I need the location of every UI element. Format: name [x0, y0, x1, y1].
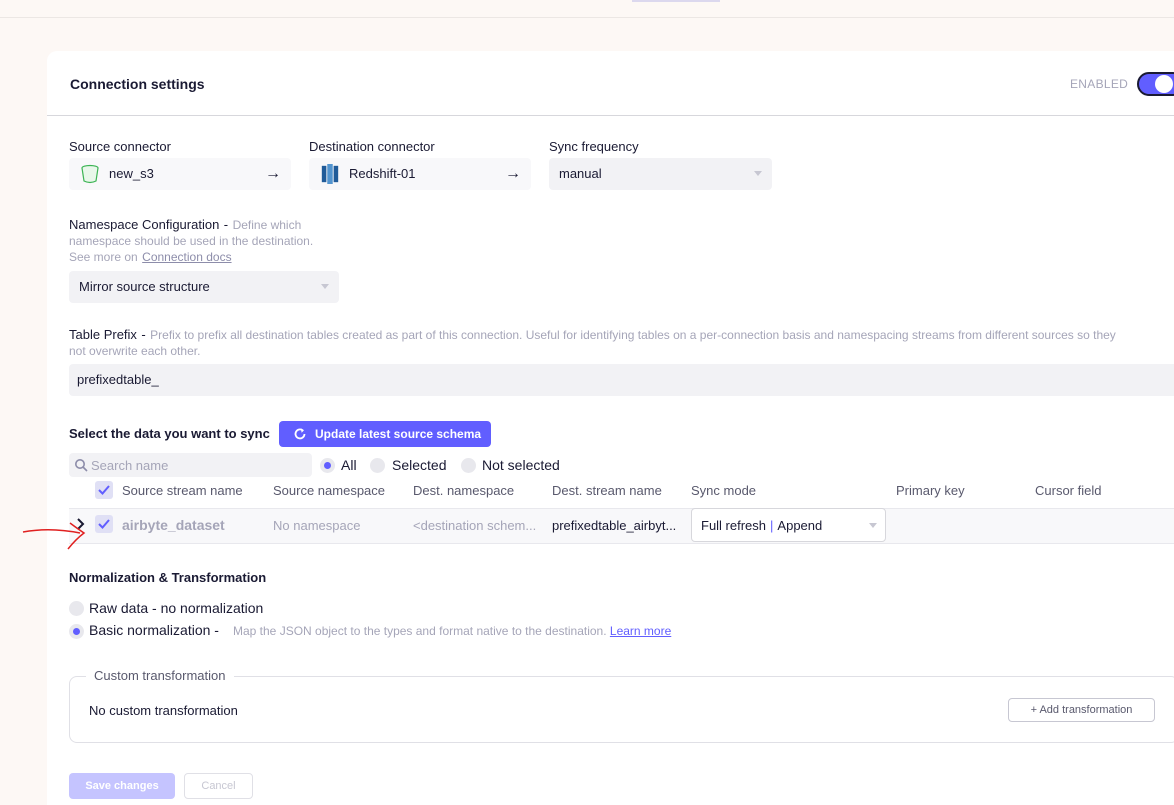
- redshift-icon: [321, 164, 339, 184]
- top-bar: [0, 0, 1174, 18]
- arrow-right-icon[interactable]: →: [265, 165, 281, 183]
- toggle-knob: [1155, 75, 1173, 93]
- sync-mode-value: Full refresh | Append: [701, 518, 822, 533]
- table-prefix-input[interactable]: prefixedtable_: [69, 364, 1174, 396]
- col-source-stream: Source stream name: [122, 483, 243, 498]
- col-dest-namespace: Dest. namespace: [413, 483, 515, 498]
- filter-all-label: All: [341, 457, 357, 473]
- card-header: Connection settings ENABLED: [47, 51, 1174, 116]
- filter-not-selected-radio[interactable]: [461, 458, 476, 473]
- namespace-value: Mirror source structure: [79, 279, 210, 294]
- chevron-down-icon: [754, 171, 762, 176]
- custom-transformation-legend: Custom transformation: [86, 668, 234, 683]
- sync-mode-b: Append: [777, 518, 823, 533]
- source-connector-field[interactable]: new_s3 →: [69, 158, 291, 190]
- table-prefix-heading: Table Prefix - Prefix to prefix all dest…: [69, 327, 1174, 359]
- namespace-select[interactable]: Mirror source structure: [69, 271, 339, 303]
- filter-selected-label: Selected: [392, 457, 447, 473]
- source-namespace-cell: No namespace: [273, 518, 361, 533]
- basic-normalization-hint-text: Map the JSON object to the types and for…: [233, 624, 607, 638]
- filter-selected-radio[interactable]: [370, 458, 385, 473]
- check-icon: [98, 519, 110, 529]
- sync-mode-separator: |: [770, 518, 774, 533]
- active-tab-indicator: [632, 0, 720, 2]
- cancel-button[interactable]: Cancel: [184, 773, 253, 799]
- namespace-label: Namespace Configuration: [69, 217, 220, 232]
- dest-namespace-cell: <destination schem...: [413, 518, 537, 533]
- sync-frequency-label: Sync frequency: [549, 139, 639, 154]
- col-cursor-field: Cursor field: [1035, 483, 1102, 498]
- arrow-right-icon[interactable]: →: [505, 165, 521, 183]
- update-schema-label: Update latest source schema: [315, 427, 482, 441]
- stream-name: airbyte_dataset: [122, 517, 225, 533]
- source-connector-label: Source connector: [69, 139, 171, 154]
- enabled-label: ENABLED: [1070, 77, 1129, 91]
- sync-mode-a: Full refresh: [701, 518, 767, 533]
- table-prefix-value: prefixedtable_: [77, 372, 159, 387]
- save-changes-button[interactable]: Save changes: [69, 773, 175, 799]
- namespace-hint-1: Define which: [232, 218, 302, 232]
- refresh-icon: [294, 428, 306, 440]
- search-input[interactable]: Search name: [69, 453, 312, 477]
- connection-docs-link[interactable]: Connection docs: [142, 250, 231, 264]
- sync-frequency-value: manual: [559, 166, 602, 181]
- schema-title: Select the data you want to sync: [69, 426, 270, 441]
- col-primary-key: Primary key: [896, 483, 965, 498]
- no-transformation-text: No custom transformation: [89, 703, 238, 718]
- table-prefix-label: Table Prefix: [69, 327, 137, 342]
- custom-transformation-section: Custom transformation No custom transfor…: [69, 668, 1174, 743]
- col-sync-mode: Sync mode: [691, 483, 757, 498]
- basic-normalization-hint: Map the JSON object to the types and for…: [233, 624, 671, 638]
- chevron-down-icon: [321, 284, 329, 289]
- sync-mode-select[interactable]: Full refresh | Append: [691, 508, 886, 542]
- source-connector-name: new_s3: [109, 166, 154, 181]
- destination-connector-label: Destination connector: [309, 139, 435, 154]
- chevron-down-icon: [869, 523, 877, 528]
- update-schema-button[interactable]: Update latest source schema: [279, 421, 491, 447]
- namespace-dash: -: [223, 217, 229, 232]
- sync-frequency-select[interactable]: manual: [549, 158, 772, 190]
- filter-all-radio[interactable]: [320, 458, 335, 473]
- raw-data-label: Raw data - no normalization: [89, 600, 264, 616]
- namespace-hint-2: namespace should be used in the destinat…: [69, 234, 314, 248]
- connection-settings-card: Connection settings ENABLED Source conne…: [47, 51, 1174, 805]
- destination-connector-field[interactable]: Redshift-01 →: [309, 158, 531, 190]
- col-source-namespace: Source namespace: [273, 483, 386, 498]
- namespace-config-heading: Namespace Configuration - Define which n…: [69, 217, 349, 265]
- annotation-arrow-icon: [22, 522, 86, 550]
- raw-data-radio[interactable]: [69, 601, 84, 616]
- filter-not-selected-label: Not selected: [482, 457, 560, 473]
- enabled-toggle[interactable]: [1137, 72, 1174, 96]
- basic-normalization-radio[interactable]: [69, 624, 84, 639]
- page-title: Connection settings: [70, 76, 205, 92]
- search-icon: [75, 459, 88, 472]
- namespace-see-more: See more on: [69, 250, 138, 264]
- table-prefix-hint-2: not overwrite each other.: [69, 344, 201, 358]
- basic-normalization-label: Basic normalization -: [89, 622, 219, 638]
- destination-connector-name: Redshift-01: [349, 166, 416, 181]
- table-prefix-hint-1: Prefix to prefix all destination tables …: [150, 328, 1116, 342]
- select-all-checkbox[interactable]: [95, 481, 113, 499]
- add-transformation-button[interactable]: + Add transformation: [1008, 698, 1155, 722]
- bucket-icon: [81, 164, 99, 184]
- dest-stream-cell: prefixedtable_airbyt...: [552, 518, 677, 533]
- col-dest-stream: Dest. stream name: [552, 483, 662, 498]
- search-placeholder: Search name: [91, 458, 169, 473]
- stream-checkbox[interactable]: [95, 515, 113, 533]
- check-icon: [98, 485, 110, 495]
- learn-more-link[interactable]: Learn more: [610, 624, 671, 638]
- table-prefix-dash: -: [141, 327, 146, 342]
- normalization-title: Normalization & Transformation: [69, 570, 267, 585]
